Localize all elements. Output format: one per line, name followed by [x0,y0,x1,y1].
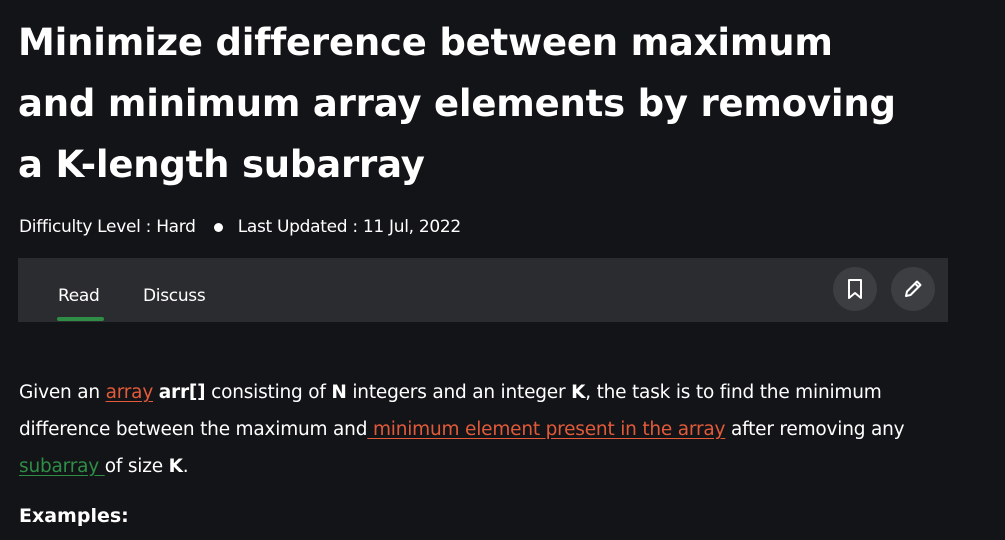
text-span: . [182,456,189,477]
difficulty-level: Difficulty Level : Hard [19,217,196,237]
array-link[interactable]: array [106,382,154,403]
problem-statement: Given an array arr[] consisting of N int… [19,374,954,485]
bookmark-button[interactable] [833,267,877,311]
text-span: of size [104,456,169,477]
article-meta: Difficulty Level : Hard Last Updated : 1… [19,215,461,239]
text-span: integers and an integer [346,382,572,403]
bold-arr: arr[] [158,382,206,403]
last-updated: Last Updated : 11 Jul, 2022 [237,217,462,237]
text-span: Given an [19,382,106,403]
subarray-link[interactable]: subarray [19,456,105,477]
text-span: after removing any [725,419,905,440]
article-page: Minimize difference between maximum and … [0,0,1005,540]
separator-dot [213,222,223,232]
bold-n: N [331,382,347,403]
examples-heading: Examples: [19,505,129,527]
tab-read[interactable]: Read [58,286,100,306]
min-element-link[interactable]: minimum element present in the array [367,419,726,440]
bold-k: K [168,456,183,477]
article-tabbar: Read Discuss [18,258,948,322]
bold-k: K [571,382,586,403]
edit-button[interactable] [891,267,935,311]
bookmark-icon [848,279,862,299]
page-title: Minimize difference between maximum and … [18,21,896,186]
text-span: consisting of [205,382,332,403]
active-tab-indicator [57,317,104,321]
pencil-icon [905,280,922,297]
tab-discuss[interactable]: Discuss [143,286,206,306]
